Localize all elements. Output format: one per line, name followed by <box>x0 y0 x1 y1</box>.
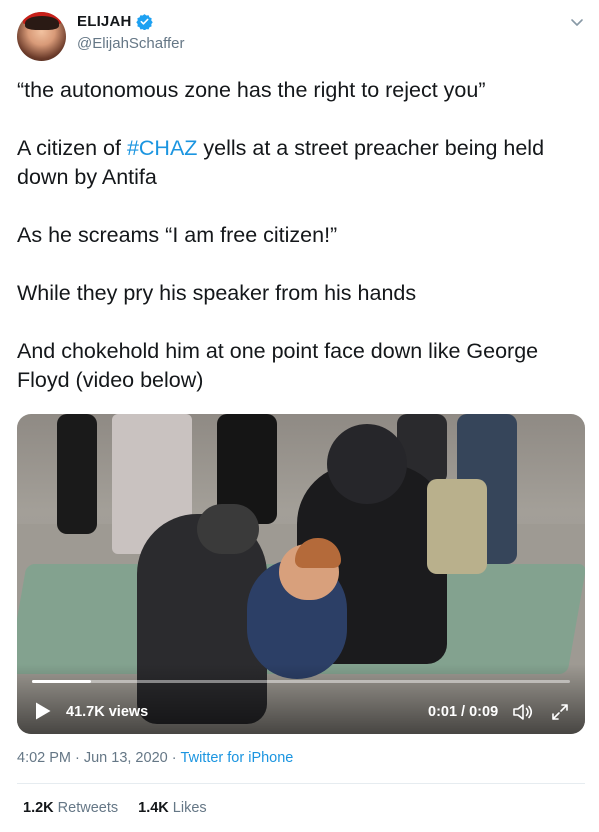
video-progress-fill <box>32 680 92 683</box>
tweet-stats: 1.2K Retweets 1.4K Likes <box>23 800 207 816</box>
video-controls-gradient <box>17 664 585 734</box>
fullscreen-icon[interactable] <box>550 702 570 722</box>
tweet-text: “the autonomous zone has the right to re… <box>17 76 587 395</box>
chevron-down-icon[interactable] <box>569 14 585 30</box>
video-frame-figure <box>427 479 487 574</box>
author-handle[interactable]: @ElijahSchaffer <box>77 35 185 52</box>
divider <box>17 783 585 784</box>
tweet-paragraph: As he screams “I am free citizen!” <box>17 221 587 250</box>
likes-stat[interactable]: 1.4K Likes <box>138 800 207 816</box>
tweet-text-segment: And chokehold him at one point face down… <box>17 339 539 392</box>
retweets-label: Retweets <box>57 800 119 816</box>
video-player[interactable]: 41.7K views 0:01 / 0:09 <box>17 414 585 734</box>
author-avatar[interactable] <box>17 12 66 61</box>
tweet-time[interactable]: 4:02 PM <box>17 750 71 766</box>
author-name-row[interactable]: ELIJAH <box>77 13 153 30</box>
likes-count: 1.4K <box>138 800 169 816</box>
video-frame-figure <box>197 504 259 554</box>
video-frame-figure <box>327 424 407 504</box>
tweet-paragraph: And chokehold him at one point face down… <box>17 337 587 395</box>
meta-separator: · <box>75 750 80 766</box>
view-count: 41.7K views <box>66 704 149 720</box>
tweet-text-segment: While they pry his speaker from his hand… <box>17 281 417 305</box>
likes-label: Likes <box>172 800 207 816</box>
hashtag-link[interactable]: #CHAZ <box>127 136 197 160</box>
tweet-text-segment: A citizen of <box>17 136 127 160</box>
tweet-paragraph: A citizen of #CHAZ yells at a street pre… <box>17 134 587 192</box>
tweet-paragraph: While they pry his speaker from his hand… <box>17 279 587 308</box>
tweet-text-segment: “the autonomous zone has the right to re… <box>17 78 486 102</box>
tweet-source-link[interactable]: Twitter for iPhone <box>181 750 294 766</box>
tweet-meta: 4:02 PM · Jun 13, 2020 · Twitter for iPh… <box>17 750 293 766</box>
retweets-count: 1.2K <box>23 800 54 816</box>
retweets-stat[interactable]: 1.2K Retweets <box>23 800 118 816</box>
tweet-text-segment: As he screams “I am free citizen!” <box>17 223 338 247</box>
verified-badge-icon <box>135 14 153 30</box>
author-display-name[interactable]: ELIJAH <box>77 13 132 30</box>
video-time: 0:01 / 0:09 <box>428 704 499 720</box>
meta-separator: · <box>171 750 177 766</box>
tweet-date[interactable]: Jun 13, 2020 <box>84 750 168 766</box>
volume-muted-icon[interactable] <box>512 702 534 722</box>
play-icon[interactable] <box>34 701 52 721</box>
video-frame-figure <box>57 414 97 534</box>
video-progress-bar[interactable] <box>32 680 570 683</box>
tweet-paragraph: “the autonomous zone has the right to re… <box>17 76 587 105</box>
